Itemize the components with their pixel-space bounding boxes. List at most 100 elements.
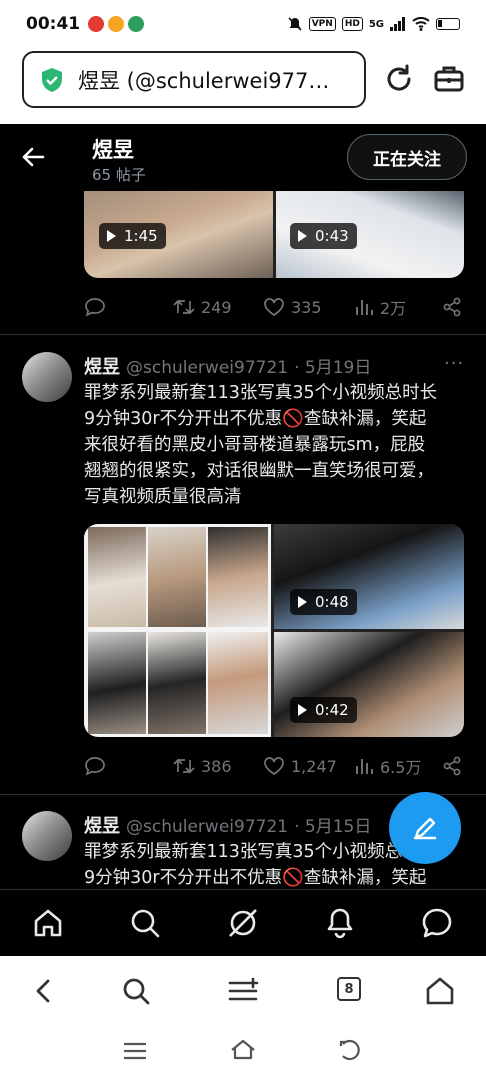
back-icon[interactable] [27,974,61,1008]
system-back-icon[interactable] [338,1038,364,1062]
video-duration: 0:43 [315,227,349,245]
play-icon [298,596,307,608]
grok-icon[interactable] [226,906,260,940]
reload-icon[interactable] [382,62,416,96]
back-arrow-icon[interactable] [20,144,46,170]
more-options-icon[interactable]: ··· [444,353,464,374]
retweet-count: 386 [201,756,232,776]
compose-post-button[interactable] [389,792,461,864]
menu-icon[interactable] [226,974,260,1008]
browser-toolbar: 煜昱 (@schulerwei977… [0,48,486,124]
signal-label: 5G [368,18,384,30]
notifications-icon[interactable] [323,906,357,940]
post-media[interactable]: 0:48 0:42 [84,524,464,737]
video-duration-badge: 0:42 [290,697,357,723]
collage-photo [208,632,268,734]
hd-badge: HD [341,17,363,31]
view-count: 2万 [380,299,407,318]
post-media[interactable]: 1:45 0:43 [84,191,464,278]
retweet-button[interactable]: 386 [173,757,232,776]
battery-icon [436,18,460,30]
collage-photo [88,527,146,627]
address-bar[interactable]: 煜昱 (@schulerwei977… [22,51,366,108]
timeline-feed[interactable]: 1:45 0:43 249 335 2万 煜昱 @schulerwei97721 ·… [0,191,486,889]
post-divider [0,334,486,335]
share-button[interactable] [442,297,462,317]
post-text-line: 罪梦系列最新套113张写真35个小视频总时长 [84,383,438,403]
app-screen: 00:41 VPN HD 5G 煜昱 (@schulerwei977… 煜昱 6… [0,0,486,1080]
post-author[interactable]: 煜昱 @schulerwei97721 · 5月19日 [84,353,371,379]
views-button[interactable]: 6.5万 [354,754,421,778]
tabs-button[interactable]: 8 [334,974,368,1008]
toolbox-icon[interactable] [432,62,466,96]
play-icon [298,230,307,242]
weibo-icon [108,16,125,32]
video-duration-badge: 1:45 [99,223,166,249]
views-chart-icon [356,759,373,774]
reply-icon [85,757,105,776]
status-bar: 00:41 VPN HD 5G [0,0,486,48]
post-text-line: 写真视频质量很高清 [84,487,242,507]
compose-quill-icon [413,817,437,840]
collage-photo [208,527,268,627]
recent-apps-icon[interactable] [122,1040,148,1062]
post-text[interactable]: 罪梦系列最新套113张写真35个小视频总时长 9分钟30r不分开出不优惠🚫查缺补… [84,380,468,510]
search-icon[interactable] [128,906,162,940]
reply-button[interactable] [84,297,106,317]
system-nav-bar [0,1026,486,1080]
photo-collage[interactable] [84,524,271,737]
like-button[interactable]: 335 [263,297,322,317]
profile-post-count: 65 帖子 [92,166,146,184]
video-duration: 0:48 [315,593,349,611]
home-icon[interactable] [31,906,65,940]
mute-icon [288,17,302,31]
share-icon [443,756,461,776]
avatar[interactable] [22,352,72,402]
messages-icon[interactable] [420,906,454,940]
author-name: 煜昱 [84,816,120,837]
post-date: · 5月19日 [294,358,372,378]
signal-icon [390,17,405,31]
share-button[interactable] [442,756,462,776]
notification-app-icon [88,16,105,32]
vpn-badge: VPN [308,17,336,31]
search-icon[interactable] [119,974,153,1008]
home-icon[interactable] [423,974,457,1008]
views-chart-icon [356,300,373,315]
play-icon [107,230,116,242]
url-text: 煜昱 (@schulerwei977… [78,68,330,93]
browser-nav-bar: 8 [0,956,486,1026]
post-text-line: 翘翘的很紧实，对话很幽默一直笑场很可爱， [84,461,434,481]
like-count: 1,247 [291,756,337,776]
post-actions: 386 1,247 6.5万 [84,751,464,781]
heart-icon [264,757,284,775]
tabs-icon: 8 [337,977,361,1001]
author-handle: @schulerwei97721 [126,817,289,837]
avatar[interactable] [22,811,72,861]
status-time: 00:41 [26,14,81,34]
bottom-tab-bar [0,889,486,956]
view-count: 6.5万 [380,758,422,777]
retweet-icon [173,299,195,315]
author-name: 煜昱 [84,357,120,378]
collage-photo [148,632,206,734]
post-text-line: 9分钟30r不分开出不优惠🚫查缺补漏，笑起 [84,409,427,429]
post-text-line: 来很好看的黑皮小哥哥楼道暴露玩sm，屁股 [84,435,426,455]
collage-photo [88,632,146,734]
secure-shield-icon [42,67,62,92]
status-left-icons [88,16,145,32]
retweet-count: 249 [201,297,232,317]
retweet-button[interactable]: 249 [173,298,232,317]
views-button[interactable]: 2万 [354,295,406,319]
post-actions: 249 335 2万 [84,292,464,322]
following-button[interactable]: 正在关注 [347,134,467,180]
video-duration-badge: 0:48 [290,589,357,615]
video-duration: 1:45 [124,227,158,245]
like-button[interactable]: 1,247 [263,756,337,776]
wifi-icon [412,17,430,31]
system-home-icon[interactable] [229,1038,257,1062]
video-duration-badge: 0:43 [290,223,357,249]
post-author[interactable]: 煜昱 @schulerwei97721 · 5月15日 [84,812,371,838]
post-date: · 5月15日 [294,817,372,837]
reply-button[interactable] [84,756,106,776]
